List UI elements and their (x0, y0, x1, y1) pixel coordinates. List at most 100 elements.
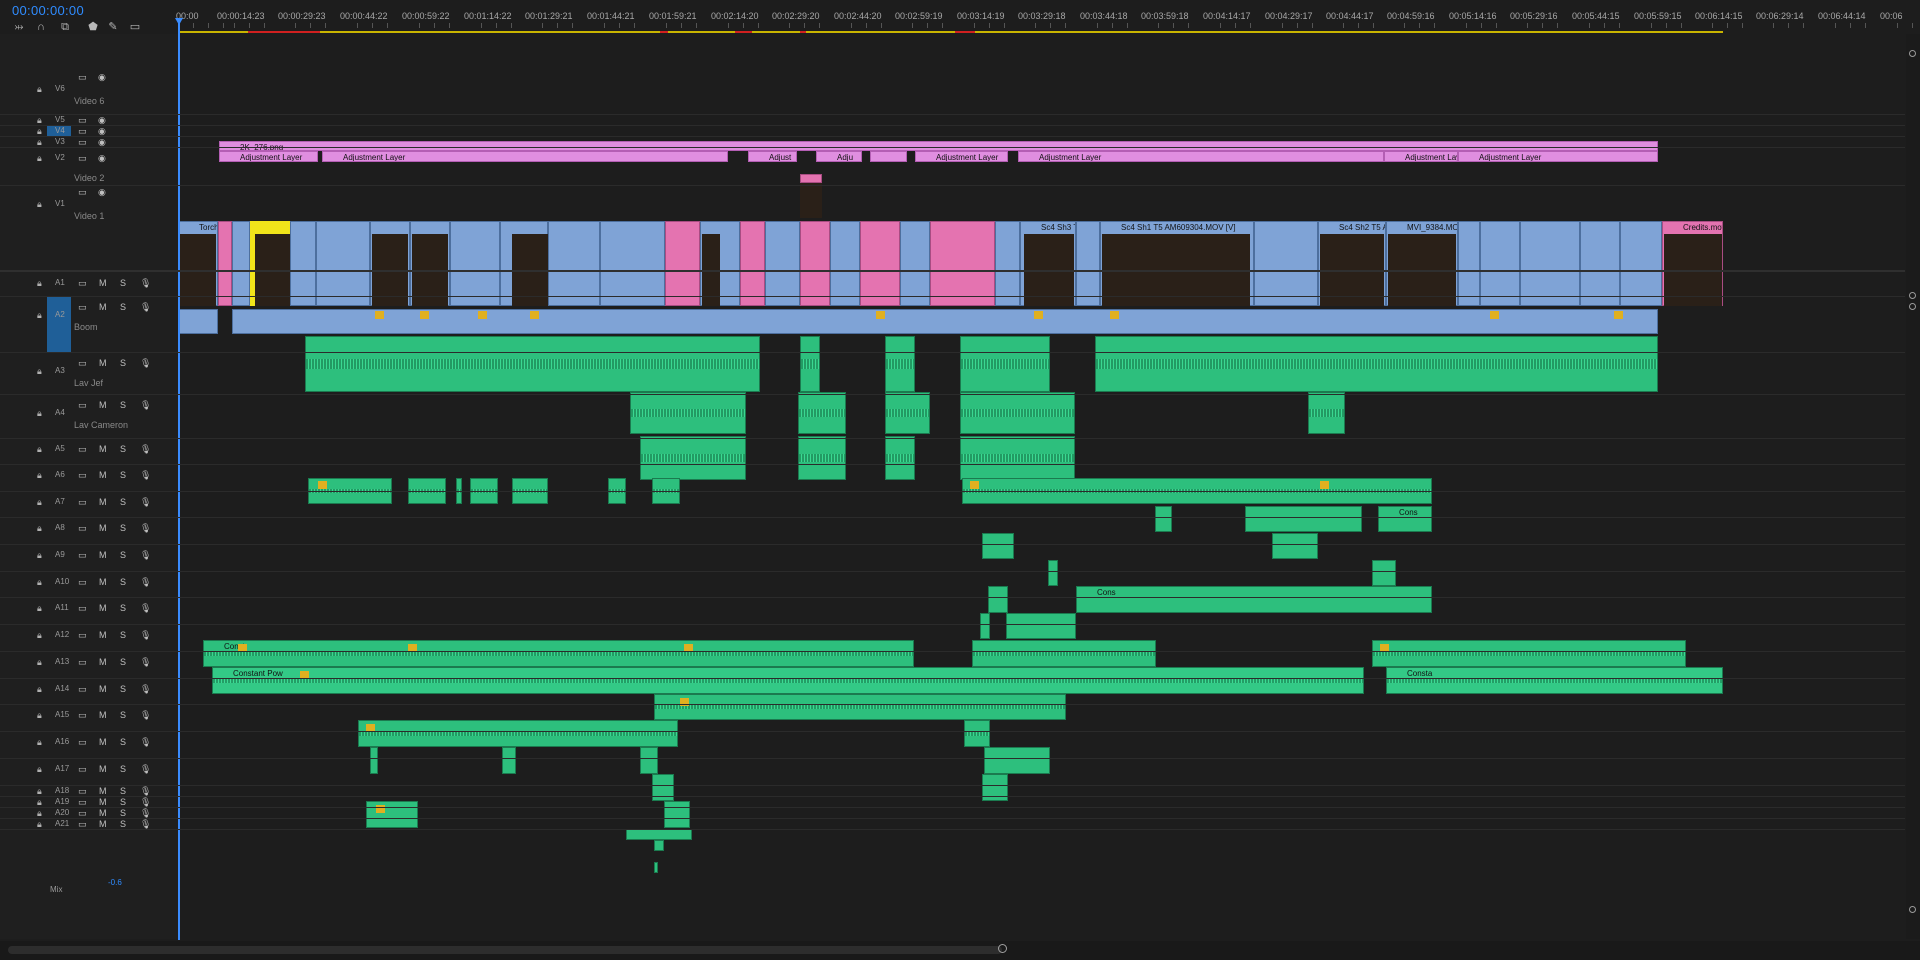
film-icon[interactable]: ▭ (78, 497, 87, 508)
solo-button[interactable]: S (120, 657, 126, 667)
lav-jef-clip[interactable] (960, 392, 1075, 434)
v2-clip[interactable] (800, 174, 822, 183)
video-clip[interactable] (740, 221, 765, 306)
solo-button[interactable]: S (120, 400, 126, 410)
lock-icon[interactable]: 🔒︎ (37, 199, 42, 210)
a8-clip[interactable] (1372, 560, 1396, 586)
audio-zoom-handle-top[interactable] (1909, 303, 1916, 310)
boom-audio-clip[interactable] (800, 336, 820, 392)
ripple-icon[interactable]: ⤔ (12, 20, 26, 34)
mic-icon[interactable]: 🎙︎ (140, 400, 151, 411)
mute-button[interactable]: M (99, 278, 107, 288)
mic-icon[interactable]: 🎙︎ (140, 710, 151, 721)
a6-clip[interactable] (1155, 506, 1172, 532)
mic-icon[interactable]: 🎙︎ (140, 278, 151, 289)
solo-button[interactable]: S (120, 786, 126, 796)
lav-cameron-clip[interactable] (960, 436, 1075, 480)
mute-button[interactable]: M (99, 497, 107, 507)
adjustment-layer-clip[interactable]: Adjustment Layer (1018, 151, 1384, 162)
horizontal-scrollbar[interactable] (0, 941, 1920, 960)
video-clip[interactable] (995, 221, 1020, 306)
video-clip[interactable] (218, 221, 232, 306)
mic-icon[interactable]: 🎙︎ (140, 657, 151, 668)
mic-icon[interactable]: 🎙︎ (140, 630, 151, 641)
adjustment-layer-clip[interactable]: Adjustment Layer (1384, 151, 1458, 162)
video-clip[interactable] (1458, 221, 1480, 306)
mute-button[interactable]: M (99, 808, 107, 818)
video-clip[interactable] (765, 221, 800, 306)
a11-clip[interactable] (1372, 640, 1686, 667)
a21-clip[interactable] (654, 862, 658, 873)
mute-button[interactable]: M (99, 710, 107, 720)
solo-button[interactable]: S (120, 764, 126, 774)
video-clip[interactable] (665, 221, 700, 306)
a10-clip[interactable] (1006, 613, 1076, 639)
video-clip[interactable] (548, 221, 600, 306)
mic-icon[interactable]: 🎙︎ (140, 470, 151, 481)
solo-button[interactable]: S (120, 630, 126, 640)
adjustment-layer-clip[interactable]: Adjustment Layer (915, 151, 1008, 162)
a14-clip[interactable] (964, 720, 990, 747)
lock-icon[interactable]: 🔒︎ (37, 470, 42, 481)
mute-button[interactable]: M (99, 630, 107, 640)
mute-button[interactable]: M (99, 523, 107, 533)
film-icon[interactable]: ▭ (78, 764, 87, 775)
film-icon[interactable]: ▭ (78, 710, 87, 721)
boom-audio-clip[interactable] (960, 336, 1050, 392)
mute-button[interactable]: M (99, 577, 107, 587)
video-zoom-handle-bottom[interactable] (1909, 292, 1916, 299)
mic-icon[interactable]: 🎙︎ (140, 737, 151, 748)
film-icon[interactable]: ▭ (78, 302, 87, 313)
lock-icon[interactable]: 🔒︎ (37, 577, 42, 588)
track-target-selected[interactable] (47, 296, 71, 352)
png-clip[interactable]: 2K_276.png (219, 141, 1658, 151)
film-icon[interactable]: ▭ (78, 603, 87, 614)
adjustment-layer-clip[interactable]: Adjustment Layer (1458, 151, 1658, 162)
mic-icon[interactable]: 🎙︎ (140, 358, 151, 369)
solo-button[interactable]: S (120, 603, 126, 613)
mic-icon[interactable]: 🎙︎ (140, 603, 151, 614)
work-area-bar[interactable] (178, 31, 1723, 33)
film-icon[interactable]: ▭ (78, 72, 87, 83)
mic-icon[interactable]: 🎙︎ (140, 302, 151, 313)
solo-button[interactable]: S (120, 577, 126, 587)
solo-button[interactable]: S (120, 684, 126, 694)
solo-button[interactable]: S (120, 470, 126, 480)
a10-clip[interactable] (980, 613, 990, 639)
a1-clip[interactable] (232, 309, 1658, 334)
a11-clip[interactable]: Const (203, 640, 914, 667)
a13-clip[interactable] (654, 694, 1066, 720)
mute-button[interactable]: M (99, 657, 107, 667)
film-icon[interactable]: ▭ (78, 187, 87, 198)
mic-icon[interactable]: 🎙︎ (140, 550, 151, 561)
adjustment-layer-clip[interactable] (870, 151, 907, 162)
a14-clip[interactable] (358, 720, 678, 747)
video-clip[interactable]: Glas (232, 221, 250, 306)
audio-zoom-handle-bottom[interactable] (1909, 906, 1916, 913)
boom-audio-clip[interactable] (885, 336, 915, 392)
video-clip[interactable] (900, 221, 930, 306)
film-icon[interactable]: ▭ (78, 630, 87, 641)
video-clip[interactable] (450, 221, 500, 306)
solo-button[interactable]: S (120, 278, 126, 288)
mute-button[interactable]: M (99, 470, 107, 480)
a7-clip[interactable] (982, 533, 1014, 559)
a18-clip[interactable] (626, 829, 692, 840)
solo-button[interactable]: S (120, 797, 126, 807)
mute-button[interactable]: M (99, 684, 107, 694)
scroll-thumb[interactable] (8, 946, 1002, 954)
mute-button[interactable]: M (99, 819, 107, 829)
mute-button[interactable]: M (99, 444, 107, 454)
linked-selection-icon[interactable]: ⧉ (58, 20, 72, 34)
adjustment-layer-clip[interactable]: Adjust (748, 151, 797, 162)
mute-button[interactable]: M (99, 797, 107, 807)
film-icon[interactable]: ▭ (78, 400, 87, 411)
a15-clip[interactable] (984, 747, 1050, 774)
video-clip[interactable] (1254, 221, 1318, 306)
lock-icon[interactable]: 🔒︎ (37, 764, 42, 775)
film-icon[interactable]: ▭ (78, 153, 87, 164)
lock-icon[interactable]: 🔒︎ (37, 523, 42, 534)
wrench-icon[interactable]: ✎ (106, 20, 120, 34)
film-icon[interactable]: ▭ (78, 737, 87, 748)
lock-icon[interactable]: 🔒︎ (37, 737, 42, 748)
